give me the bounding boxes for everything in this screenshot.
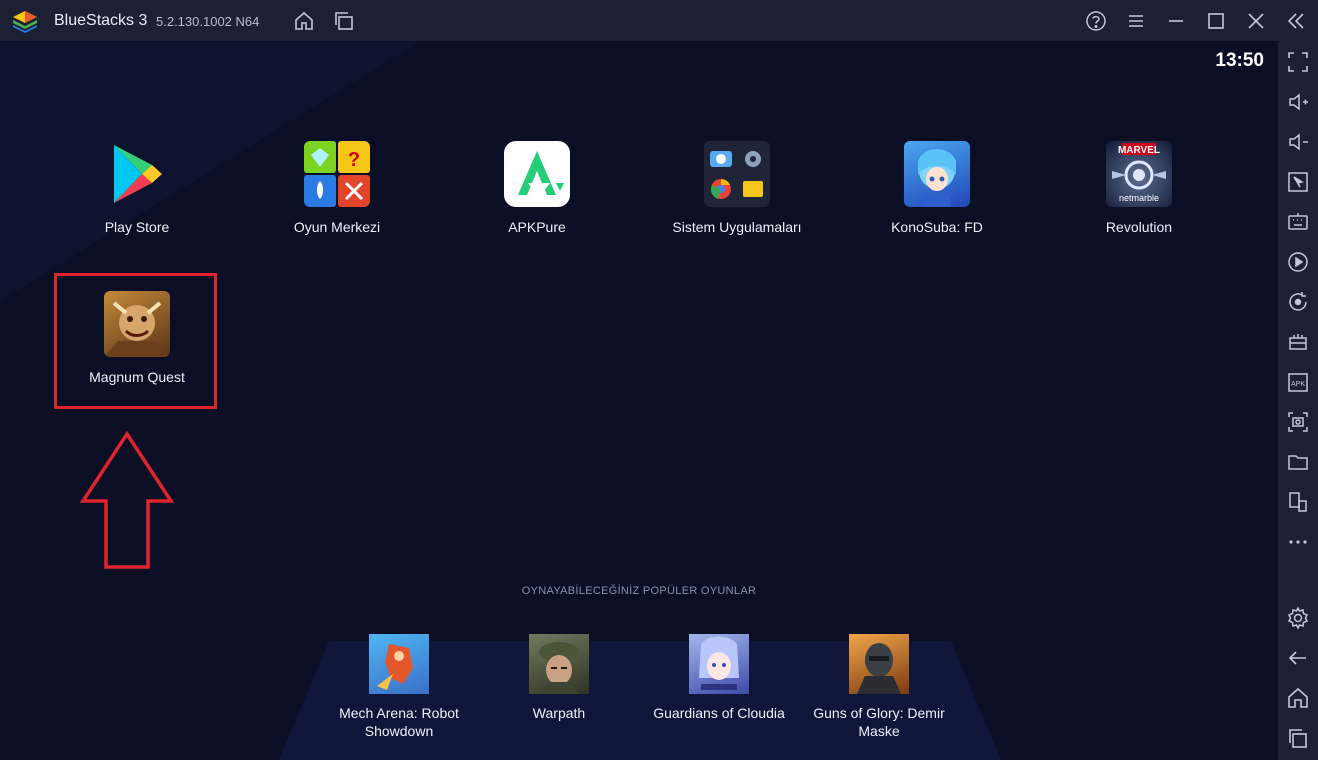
app-label: Play Store	[104, 219, 170, 235]
help-icon[interactable]	[1085, 10, 1107, 32]
folder-icon[interactable]	[1286, 450, 1310, 474]
popular-game-label: Mech Arena: Robot Showdown	[339, 705, 459, 739]
guns-of-glory-icon	[849, 634, 909, 694]
close-icon[interactable]	[1245, 10, 1267, 32]
menu-icon[interactable]	[1125, 10, 1147, 32]
popular-game-guardians-of-cloudia[interactable]: Guardians of Cloudia	[639, 634, 799, 722]
minimize-icon[interactable]	[1165, 10, 1187, 32]
svg-text:netmarble: netmarble	[1119, 193, 1159, 203]
app-game-center[interactable]: ? Oyun Merkezi	[237, 141, 437, 235]
app-konosuba[interactable]: KonoSuba: FD	[837, 141, 1037, 235]
up-arrow-icon	[80, 431, 174, 569]
konosuba-icon	[904, 141, 970, 207]
system-apps-icon	[704, 141, 770, 207]
fullscreen-icon[interactable]	[1286, 50, 1310, 74]
svg-text:APK: APK	[1291, 381, 1305, 388]
keyboard-icon[interactable]	[1286, 210, 1310, 234]
popular-game-guns-of-glory[interactable]: Guns of Glory: Demir Maske	[799, 634, 959, 740]
cursor-icon[interactable]	[1286, 170, 1310, 194]
popular-game-mech-arena[interactable]: Mech Arena: Robot Showdown	[319, 634, 479, 740]
game-center-icon: ?	[304, 141, 370, 207]
home-icon[interactable]	[1286, 686, 1310, 710]
home-icon[interactable]	[293, 10, 315, 32]
popular-game-label: Guardians of Cloudia	[653, 705, 785, 721]
app-title: BlueStacks 3	[54, 12, 148, 29]
mech-arena-icon	[369, 634, 429, 694]
app-version: 5.2.130.1002 N64	[156, 14, 260, 29]
popular-game-label: Warpath	[532, 705, 586, 721]
apkpure-icon	[504, 141, 570, 207]
more-icon[interactable]	[1286, 530, 1310, 554]
svg-text:?: ?	[348, 149, 360, 171]
svg-text:MARVEL: MARVEL	[1118, 145, 1160, 156]
title-bar: BlueStacks 3 5.2.130.1002 N64	[0, 0, 1318, 41]
app-play-store[interactable]: Play Store	[37, 141, 237, 235]
app-label: Revolution	[1105, 219, 1173, 235]
multi-instance-icon[interactable]	[1286, 490, 1310, 514]
back-icon[interactable]	[1286, 646, 1310, 670]
clock: 13:50	[1215, 50, 1264, 71]
volume-up-icon[interactable]	[1286, 90, 1310, 114]
recent-apps-icon[interactable]	[1286, 726, 1310, 750]
popular-game-label: Guns of Glory: Demir Maske	[813, 705, 945, 739]
apk-install-icon[interactable]: APK	[1286, 370, 1310, 394]
app-revolution[interactable]: MARVEL netmarble Revolution	[1039, 141, 1239, 235]
app-label: Oyun Merkezi	[293, 219, 381, 235]
bluestacks-logo-icon	[13, 11, 37, 33]
collapse-sidebar-icon[interactable]	[1285, 10, 1307, 32]
app-label: KonoSuba: FD	[891, 219, 983, 235]
app-label: Sistem Uygulamaları	[672, 219, 802, 235]
app-apkpure[interactable]: APKPure	[437, 141, 637, 235]
volume-down-icon[interactable]	[1286, 130, 1310, 154]
macro-record-icon[interactable]	[1286, 250, 1310, 274]
popular-games-title: OYNAYABİLECEĞİNİZ POPÜLER OYUNLAR	[521, 585, 757, 597]
maximize-icon[interactable]	[1205, 10, 1227, 32]
revolution-icon: MARVEL netmarble	[1106, 141, 1172, 207]
warpath-icon	[529, 634, 589, 694]
android-home-screen: 13:50 Play Store ? Oyun Merkezi APKPure …	[0, 41, 1278, 760]
screenshot-icon[interactable]	[1286, 410, 1310, 434]
play-store-icon	[104, 141, 170, 207]
performance-icon[interactable]	[1286, 330, 1310, 354]
app-label: APKPure	[508, 219, 566, 235]
highlight-box	[54, 273, 217, 409]
right-sidebar: APK	[1278, 41, 1318, 760]
multi-instance-icon[interactable]	[333, 10, 355, 32]
settings-icon[interactable]	[1286, 606, 1310, 630]
app-system-apps[interactable]: Sistem Uygulamaları	[637, 141, 837, 235]
guardians-of-cloudia-icon	[689, 634, 749, 694]
popular-game-warpath[interactable]: Warpath	[479, 634, 639, 722]
sync-icon[interactable]	[1286, 290, 1310, 314]
